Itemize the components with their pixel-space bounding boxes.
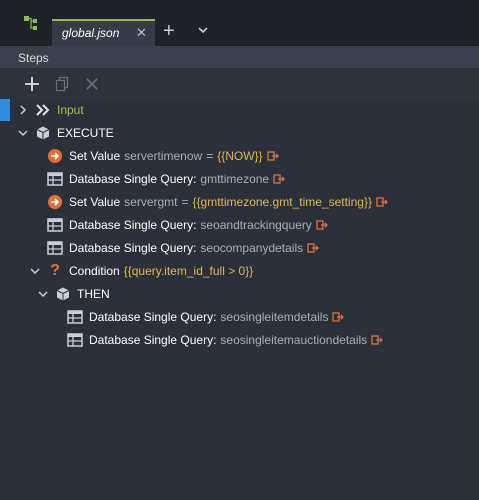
step-expression: {{query.item_id_full > 0}} [123, 264, 254, 278]
tree-item-label: EXECUTE [57, 126, 114, 140]
database-table-icon [47, 218, 63, 232]
tree-item-db-query[interactable]: Database Single Query: seocompanydetails [47, 237, 320, 259]
output-icon [371, 335, 384, 345]
database-table-icon [47, 241, 63, 255]
tree-item-label: THEN [77, 287, 110, 301]
step-label: Condition [69, 264, 120, 278]
flow-icon[interactable] [14, 10, 50, 36]
add-tab-icon[interactable]: + [163, 21, 181, 41]
step-expression: {{NOW}} [217, 149, 263, 163]
database-table-icon [67, 310, 83, 324]
chevron-down-icon[interactable] [17, 127, 29, 139]
output-icon [273, 174, 286, 184]
step-name: servergmt [124, 195, 178, 209]
selection-indicator [0, 99, 10, 121]
input-arrows-icon [36, 104, 50, 116]
chevron-right-icon[interactable] [17, 104, 29, 116]
chevron-down-icon[interactable] [196, 23, 210, 37]
add-icon[interactable] [24, 76, 40, 92]
tree-item-then[interactable]: THEN [37, 283, 110, 305]
cube-icon [36, 126, 50, 140]
cube-icon [56, 287, 70, 301]
step-name: servertimenow [124, 149, 203, 163]
step-name: seosingleitemauctiondetails [220, 333, 368, 347]
step-label: Database Single Query: [69, 241, 197, 255]
panel-title: Steps [18, 51, 49, 65]
tree-item-set-value[interactable]: Set Value servergmt = {{gmttimezone.gmt_… [47, 191, 388, 213]
step-name: seoandtrackingquery [200, 218, 312, 232]
output-icon [316, 220, 328, 230]
output-icon [376, 197, 388, 207]
tree-item-label: Input [57, 103, 84, 117]
tree-item-condition[interactable]: ? Condition {{query.item_id_full > 0}} [29, 260, 253, 282]
step-name: seocompanydetails [200, 241, 304, 255]
step-equals: = [181, 195, 189, 209]
output-icon [266, 151, 279, 161]
tree-item-set-value[interactable]: Set Value servertimenow = {{NOW}} [47, 145, 279, 167]
tree-item-db-query[interactable]: Database Single Query: seosingleitemauct… [67, 329, 384, 351]
tree-item-db-query[interactable]: Database Single Query: seosingleitemdeta… [67, 306, 345, 328]
database-table-icon [67, 333, 83, 347]
step-label: Set Value [69, 195, 121, 209]
delete-icon[interactable] [84, 76, 100, 92]
chevron-down-icon[interactable] [37, 288, 49, 300]
step-label: Set Value [69, 149, 121, 163]
step-label: Database Single Query: [89, 333, 217, 347]
tab-bar: global.json ✕ + [0, 0, 479, 46]
chevron-down-icon[interactable] [29, 265, 41, 277]
step-expression: {{gmttimezone.gmt_time_setting}} [192, 195, 372, 209]
output-icon [332, 312, 345, 322]
tree-item-db-query[interactable]: Database Single Query: seoandtrackingque… [47, 214, 328, 236]
tab-title: global.json [62, 26, 120, 40]
steps-panel-header: Steps [0, 46, 479, 69]
step-name: gmttimezone [200, 172, 270, 186]
copy-icon[interactable] [54, 76, 70, 92]
steps-toolbar [0, 69, 479, 99]
tree-item-execute[interactable]: EXECUTE [17, 122, 114, 144]
close-icon[interactable]: ✕ [136, 26, 148, 40]
set-value-icon [48, 195, 62, 209]
tree-item-input[interactable]: Input [17, 99, 84, 121]
tab-global-json[interactable]: global.json ✕ [52, 19, 155, 46]
set-value-icon [48, 149, 62, 163]
step-name: seosingleitemdetails [220, 310, 329, 324]
question-mark-icon: ? [50, 262, 60, 279]
step-label: Database Single Query: [69, 218, 197, 232]
tree-item-db-query[interactable]: Database Single Query: gmttimezone [47, 168, 286, 190]
database-table-icon [47, 172, 63, 186]
output-icon [307, 243, 320, 253]
step-equals: = [206, 149, 214, 163]
step-label: Database Single Query: [89, 310, 217, 324]
step-label: Database Single Query: [69, 172, 197, 186]
